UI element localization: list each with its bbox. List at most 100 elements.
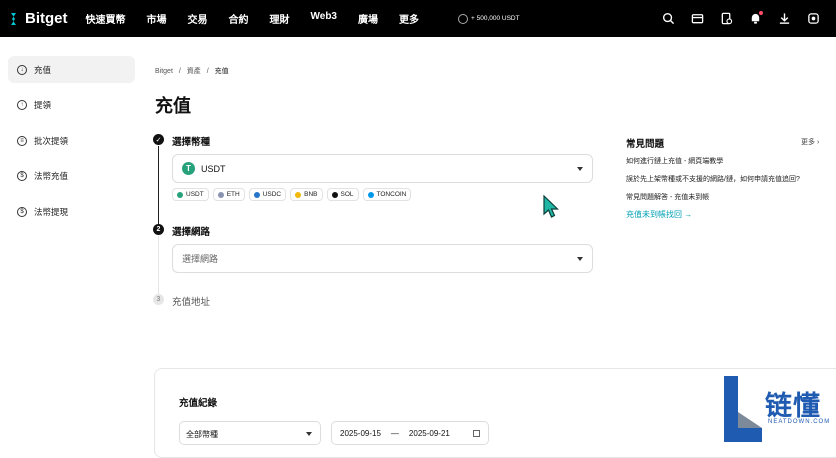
network-select-placeholder: 選擇網路 — [182, 254, 219, 264]
coin-chip-bnb[interactable]: BNB — [290, 188, 323, 201]
deposit-icon: ↓ — [17, 64, 27, 75]
main-nav: 快速買幣 市場 交易 合約 理財 Web3 廣場 更多 — [86, 11, 441, 26]
breadcrumb-current: 充值 — [214, 68, 229, 75]
gift-icon — [458, 13, 468, 24]
chip-label: BNB — [304, 191, 318, 198]
nav-item-markets[interactable]: 市場 — [147, 11, 167, 26]
fiat-deposit-icon: $ — [17, 170, 27, 181]
coin-chip-toncoin[interactable]: TONCOIN — [362, 188, 412, 201]
nav-item-futures[interactable]: 合約 — [229, 11, 249, 26]
nav-item-quick-buy[interactable]: 快速買幣 — [86, 11, 126, 26]
faq-item[interactable]: 常見問題解答 - 充值未到帳 — [626, 192, 709, 202]
sidebar-item-label: 批次提領 — [34, 135, 69, 146]
chip-label: USDT — [186, 191, 204, 198]
breadcrumb-item[interactable]: Bitget — [155, 68, 173, 75]
faq-title: 常見問題 — [626, 139, 665, 150]
usdc-icon — [253, 191, 260, 198]
header-actions — [646, 0, 820, 37]
records-coin-filter[interactable]: 全部幣種 — [179, 421, 321, 445]
faq-more-link[interactable]: 更多 › — [801, 137, 819, 147]
faq-item[interactable]: 誤於先上架幣種或不支援的網路/鏈，如何申請充值追回? — [626, 174, 800, 184]
step-address-label: 充值地址 — [172, 297, 211, 308]
sol-icon — [331, 191, 338, 198]
wallet-icon[interactable] — [690, 12, 704, 26]
bnb-icon — [295, 191, 302, 198]
popular-coins: USDT ETH USDC BNB SOL TONCOIN — [172, 188, 415, 201]
sidebar-item-withdraw[interactable]: ↑ 提領 — [8, 91, 135, 118]
network-select[interactable]: 選擇網路 — [172, 244, 593, 273]
search-icon[interactable] — [661, 12, 675, 26]
batch-withdraw-icon: ≡ — [17, 135, 27, 146]
eth-icon — [217, 191, 224, 198]
promo-text: + 500,000 USDT — [471, 15, 520, 22]
chip-label: USDC — [262, 191, 282, 198]
step-connector — [158, 236, 159, 294]
notification-dot — [759, 10, 763, 15]
breadcrumb: Bitget / 資產 / 充值 — [155, 66, 229, 76]
sidebar-item-deposit[interactable]: ↓ 充值 — [8, 56, 135, 83]
chip-label: TONCOIN — [376, 191, 407, 198]
brand-name: Bitget — [25, 10, 68, 27]
chip-label: SOL — [340, 191, 354, 198]
nav-item-earn[interactable]: 理財 — [270, 11, 290, 26]
mouse-cursor-icon — [543, 195, 559, 218]
promo-banner[interactable]: + 500,000 USDT — [458, 13, 520, 24]
bitget-logo[interactable]: Bitget — [6, 10, 68, 27]
faq-item[interactable]: 如何進行鏈上充值 - 網頁端教學 — [626, 156, 723, 166]
nav-item-square[interactable]: 廣場 — [358, 11, 378, 26]
coin-chip-sol[interactable]: SOL — [326, 188, 359, 201]
sidebar-item-label: 充值 — [34, 64, 52, 75]
calendar-icon — [473, 430, 480, 437]
fiat-withdraw-icon: $ — [17, 206, 27, 217]
step-connector — [158, 146, 159, 226]
sidebar-item-fiat-withdraw[interactable]: $ 法幣提現 — [8, 198, 135, 225]
date-end: 2025-09-21 — [408, 428, 450, 438]
step-number-2: 2 — [153, 224, 164, 235]
download-icon[interactable] — [777, 12, 791, 26]
withdraw-icon: ↑ — [17, 99, 27, 110]
watermark-subtext: NEATDOWN.COM — [768, 419, 831, 425]
settings-icon[interactable] — [806, 12, 820, 26]
chevron-down-icon — [306, 432, 312, 436]
deposit-recovery-link[interactable]: 充值未到帳找回 → — [626, 209, 692, 220]
chevron-down-icon — [577, 167, 583, 171]
asset-sidebar: ↓ 充值 ↑ 提領 ≡ 批次提領 $ 法幣充值 $ 法幣提現 — [0, 37, 140, 442]
date-start: 2025-09-15 — [340, 428, 381, 438]
breadcrumb-separator: / — [178, 68, 181, 75]
records-date-range[interactable]: 2025-09-15 — 2025-09-21 — [331, 421, 489, 445]
step-number-3: 3 — [153, 294, 164, 305]
nav-item-more[interactable]: 更多 — [399, 11, 419, 26]
sidebar-item-label: 法幣充值 — [34, 170, 69, 181]
step-coin-label: 選擇幣種 — [172, 137, 211, 148]
faq-more-label: 更多 — [801, 139, 815, 146]
chip-label: ETH — [226, 191, 240, 198]
bell-icon[interactable] — [748, 10, 763, 26]
step-network-label: 選擇網路 — [172, 227, 211, 238]
sidebar-item-label: 提領 — [34, 99, 52, 110]
orders-icon[interactable] — [719, 12, 733, 26]
coin-filter-value: 全部幣種 — [186, 430, 218, 439]
sidebar-item-batch-withdraw[interactable]: ≡ 批次提領 — [8, 127, 135, 154]
toncoin-icon — [367, 191, 374, 198]
sidebar-item-label: 法幣提現 — [34, 206, 69, 217]
coin-chip-eth[interactable]: ETH — [212, 188, 245, 201]
chevron-down-icon — [577, 257, 583, 261]
coin-chip-usdt[interactable]: USDT — [172, 188, 209, 201]
bitget-logo-icon — [11, 12, 16, 25]
breadcrumb-separator: / — [206, 68, 209, 75]
sidebar-item-fiat-deposit[interactable]: $ 法幣充值 — [8, 162, 135, 189]
watermark-text: 链懂 — [765, 391, 821, 422]
coin-chip-usdc[interactable]: USDC — [248, 188, 287, 201]
nav-item-web3[interactable]: Web3 — [311, 11, 338, 26]
breadcrumb-item[interactable]: 資產 — [187, 68, 201, 75]
arrow-right-icon: → — [682, 210, 693, 219]
usdt-icon: T — [182, 162, 195, 175]
step-complete-icon: ✓ — [153, 134, 164, 145]
chevron-right-icon: › — [816, 139, 820, 146]
deposit-recovery-label: 充值未到帳找回 — [626, 210, 682, 219]
records-title: 充值紀錄 — [179, 398, 218, 409]
coin-select[interactable]: T USDT — [172, 154, 593, 183]
nav-item-trade[interactable]: 交易 — [188, 11, 208, 26]
usdt-icon — [177, 191, 183, 198]
date-separator: — — [390, 428, 399, 438]
